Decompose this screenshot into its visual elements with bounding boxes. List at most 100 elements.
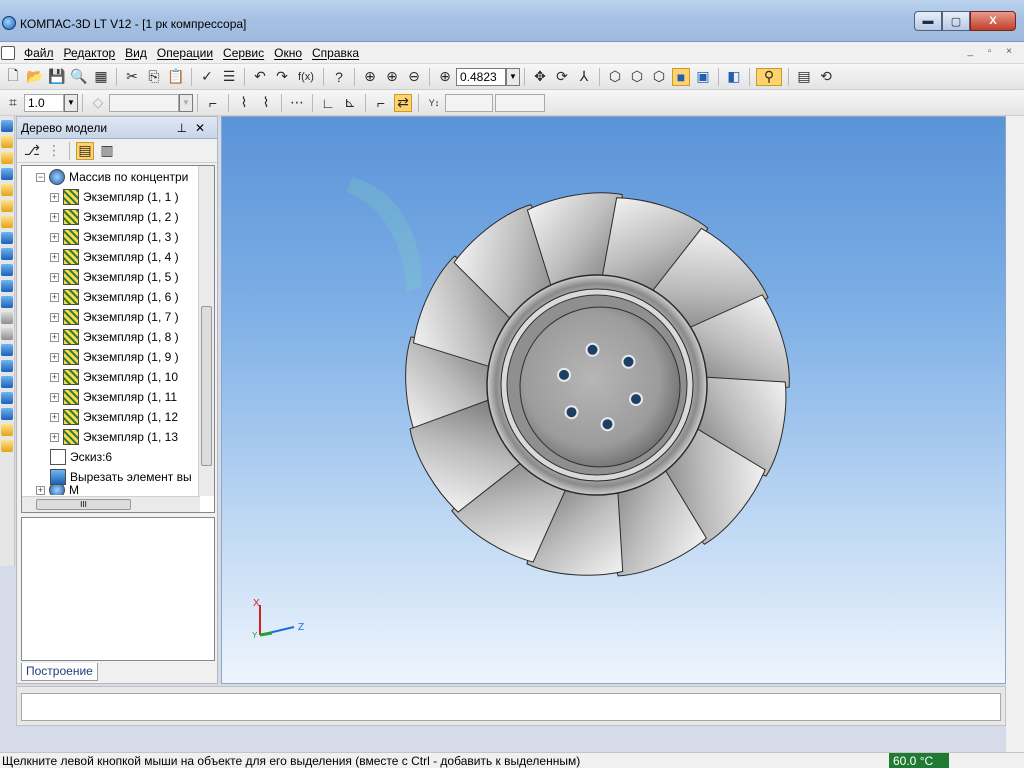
expand-icon[interactable]: + (50, 352, 59, 362)
expand-icon[interactable]: + (36, 485, 45, 495)
coordinate-x-field[interactable] (445, 93, 493, 112)
halftone-icon[interactable]: ■ (672, 67, 690, 86)
collapse-icon[interactable]: − (36, 172, 45, 182)
expand-icon[interactable]: + (50, 332, 59, 342)
tree-view-icon[interactable]: ▤ (76, 141, 94, 160)
close-button[interactable]: X (970, 11, 1016, 31)
list-icon[interactable]: ☰ (220, 68, 238, 86)
copy-icon[interactable]: ⎘ (145, 68, 163, 86)
local-cs-icon[interactable]: ∟ (319, 94, 337, 112)
spec-icon[interactable] (1, 408, 13, 420)
tree-item-instance[interactable]: + Экземпляр (1, 3 ) (50, 227, 179, 247)
scrollbar-thumb[interactable] (201, 306, 212, 466)
3d-viewport[interactable]: X Z Y (221, 116, 1006, 684)
shell-icon[interactable] (1, 280, 13, 292)
tree-horizontal-scrollbar[interactable]: III (22, 496, 200, 512)
hidden-lines-icon[interactable]: ⬡ (628, 68, 646, 86)
ortho-mode-icon[interactable]: ⌐ (372, 94, 390, 112)
sketch-tool-icon[interactable] (1, 136, 13, 148)
tree-item-instance[interactable]: + Экземпляр (1, 7 ) (50, 307, 179, 327)
close-panel-icon[interactable]: ✕ (195, 121, 213, 135)
local-snap-icon[interactable]: ⌇ (257, 94, 275, 112)
wireframe-icon[interactable]: ⬡ (606, 68, 624, 86)
variables-icon[interactable]: f(x) (295, 68, 317, 86)
mdi-controls[interactable]: _ ▫ × (967, 46, 1018, 57)
menu-file[interactable]: Файл (19, 46, 59, 60)
expand-icon[interactable]: + (50, 372, 59, 382)
rotate-icon[interactable]: ⟳ (553, 68, 571, 86)
coordinate-y-field[interactable] (495, 93, 545, 112)
paste-icon[interactable]: 📋 (167, 68, 185, 86)
orthogonal-icon[interactable]: ⊾ (341, 94, 359, 112)
document-icon[interactable] (1, 45, 15, 60)
zoom-dropdown-arrow[interactable]: ▼ (506, 67, 520, 86)
tree-item-instance[interactable]: + Экземпляр (1, 1 ) (50, 187, 179, 207)
tree-structure-icon[interactable]: ⎇ (23, 142, 41, 160)
tree-item-sketch[interactable]: Эскиз:6 (50, 447, 112, 467)
minimize-button[interactable]: ▬ (914, 11, 942, 31)
tree-order-icon[interactable]: ⋮ (45, 142, 63, 160)
cut-tool-icon[interactable] (1, 360, 13, 372)
scrollbar-thumb[interactable]: III (36, 499, 131, 510)
notation-icon[interactable] (1, 184, 13, 196)
zoom-window-icon[interactable]: ⊕ (361, 68, 379, 86)
menu-operations[interactable]: Операции (152, 46, 218, 60)
cut-icon[interactable]: ✂ (123, 68, 141, 86)
tree-item-instance[interactable]: + Экземпляр (1, 12 (50, 407, 178, 427)
zoom-in-icon[interactable]: ⊕ (383, 68, 401, 86)
tree-item-partial[interactable]: + М (36, 485, 79, 495)
parametrization-icon[interactable] (1, 200, 13, 212)
tree-item-instance[interactable]: + Экземпляр (1, 4 ) (50, 247, 179, 267)
thin-lines-icon[interactable]: ⬡ (650, 68, 668, 86)
cursor-step-dropdown[interactable]: ▼ (64, 93, 78, 112)
edit-details-icon[interactable] (1, 120, 13, 132)
measure-icon[interactable] (1, 216, 13, 228)
tree-sections-icon[interactable]: ▥ (98, 142, 116, 160)
save-icon[interactable]: 💾 (48, 68, 66, 86)
tree-manager-icon[interactable]: ▤ (795, 68, 813, 86)
dimensions-icon[interactable] (1, 168, 13, 180)
tree-vertical-scrollbar[interactable] (198, 166, 214, 496)
perspective-icon[interactable]: ◧ (725, 68, 743, 86)
fillet-icon[interactable] (1, 296, 13, 308)
menu-view[interactable]: Вид (120, 46, 152, 60)
zoom-out-icon[interactable]: ⊖ (405, 68, 423, 86)
expand-icon[interactable]: + (50, 392, 59, 402)
loft-icon[interactable] (1, 264, 13, 276)
tree-item-instance[interactable]: + Экземпляр (1, 2 ) (50, 207, 179, 227)
pan-icon[interactable]: ✥ (531, 68, 549, 86)
properties-icon[interactable]: ✓ (198, 68, 216, 86)
redo-icon[interactable]: ↷ (273, 68, 291, 86)
expand-icon[interactable]: + (50, 272, 59, 282)
tree-item-instance[interactable]: + Экземпляр (1, 13 (50, 427, 178, 447)
step-cursor-icon[interactable]: ⌗ (4, 94, 22, 112)
halftone-edges-icon[interactable]: ▣ (694, 68, 712, 86)
expand-icon[interactable]: + (50, 312, 59, 322)
reports-icon[interactable] (1, 424, 13, 436)
expand-icon[interactable]: + (50, 252, 59, 262)
tree-item-instance[interactable]: + Экземпляр (1, 5 ) (50, 267, 179, 287)
manager-icon[interactable]: ▦ (92, 68, 110, 86)
tree-item-cut[interactable]: Вырезать элемент вы (50, 467, 192, 487)
grid-icon[interactable]: ⋯ (288, 94, 306, 112)
menu-window[interactable]: Окно (269, 46, 307, 60)
open-folder-icon[interactable]: 📂 (26, 68, 44, 86)
tab-construction[interactable]: Построение (21, 663, 98, 681)
array-icon[interactable] (1, 328, 13, 340)
tree-item-instance[interactable]: + Экземпляр (1, 9 ) (50, 347, 179, 367)
zoom-scale-icon[interactable]: ⊕ (436, 68, 454, 86)
menu-service[interactable]: Сервис (218, 46, 269, 60)
zoom-scale-field[interactable]: 0.4823 (456, 67, 506, 86)
expand-icon[interactable]: + (50, 432, 59, 442)
snap-icon[interactable]: ⌇ (235, 94, 253, 112)
rebuild-icon[interactable]: ⟲ (817, 68, 835, 86)
more-tools-icon[interactable] (1, 440, 13, 452)
expand-icon[interactable]: + (50, 192, 59, 202)
orientation-icon[interactable]: ⅄ (575, 68, 593, 86)
undo-icon[interactable]: ↶ (251, 68, 269, 86)
round-mode-icon[interactable]: ⇄ (394, 93, 412, 112)
diagnostics-icon[interactable] (1, 392, 13, 404)
maximize-button[interactable]: ▢ (942, 11, 970, 31)
menu-help[interactable]: Справка (307, 46, 364, 60)
extrude-icon[interactable] (1, 232, 13, 244)
